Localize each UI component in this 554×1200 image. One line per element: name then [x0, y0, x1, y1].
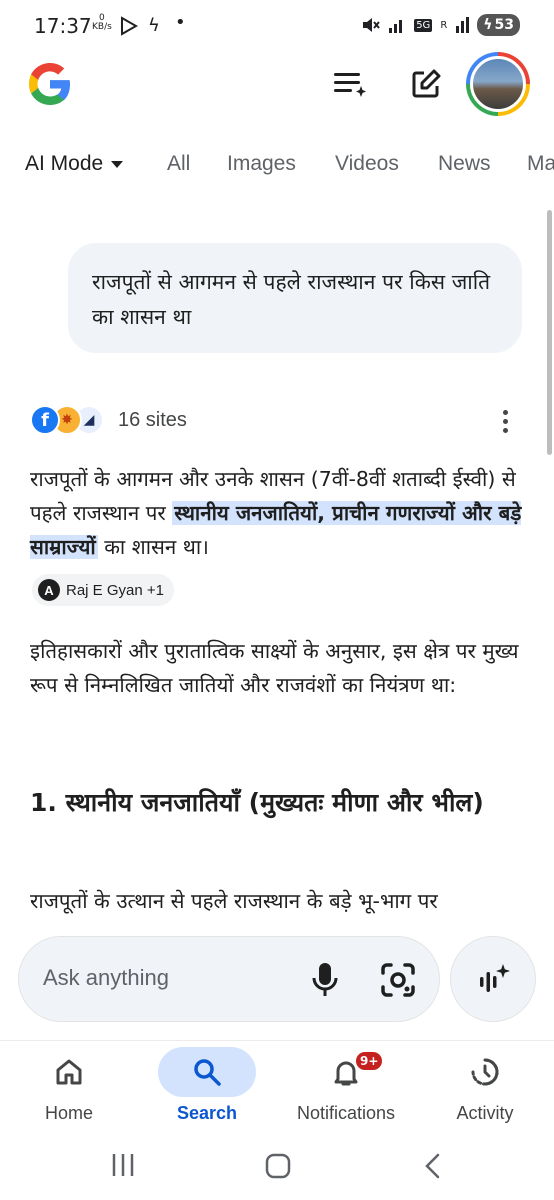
nav-search-label: Search — [176, 1103, 238, 1123]
new-chat-button[interactable] — [404, 62, 448, 106]
play-store-icon — [121, 16, 138, 36]
scrollbar-thumb[interactable] — [547, 210, 552, 455]
roaming-indicator: R — [440, 19, 448, 31]
ask-input-placeholder[interactable]: Ask anything — [43, 965, 169, 991]
answer-heading-1: 1. स्थानीय जनजातियाँ (मुख्यतः मीणा और भी… — [30, 788, 484, 817]
sources-row[interactable]: f ✸ ◢ 16 sites — [30, 402, 187, 438]
citation-source-icon: A — [38, 579, 60, 601]
bottom-navigation: Home Search 9+ Notifications Activity — [0, 1040, 554, 1140]
intro-text-end: का शासन था। — [97, 535, 209, 559]
nav-notifications-label: Notifications — [296, 1103, 396, 1123]
ai-voice-button[interactable] — [450, 936, 536, 1022]
tab-videos[interactable]: Videos — [335, 152, 399, 176]
recent-apps-icon[interactable] — [110, 1152, 136, 1178]
citation-chip[interactable]: A Raj E Gyan +1 — [32, 574, 174, 606]
facebook-icon: f — [30, 405, 60, 435]
nav-activity-icon-wrap — [436, 1047, 534, 1097]
nav-home-label: Home — [44, 1103, 93, 1123]
search-tabs: AI Mode All Images Videos News Ma — [0, 140, 554, 188]
notification-badge: 9+ — [354, 1050, 385, 1072]
home-system-icon[interactable] — [264, 1152, 292, 1180]
network-type-badge: 5G — [414, 18, 433, 32]
mute-icon — [363, 18, 380, 32]
avatar-image — [470, 56, 526, 112]
net-speed: 0 KB/s — [92, 14, 112, 32]
profile-avatar[interactable] — [466, 52, 530, 116]
notification-dot-icon: • — [175, 12, 186, 33]
google-lens-icon[interactable] — [379, 961, 417, 999]
status-bar: 17:37 0 KB/s ϟ • 5G R ϟ 53 — [0, 0, 554, 56]
nav-home[interactable]: Home — [0, 1041, 138, 1141]
microphone-icon[interactable] — [307, 961, 343, 999]
home-icon — [56, 1059, 82, 1085]
system-navigation-bar — [0, 1140, 554, 1200]
more-options-icon[interactable] — [492, 404, 518, 438]
nav-search-icon-wrap — [158, 1047, 256, 1097]
nav-home-icon-wrap — [20, 1047, 118, 1097]
sources-count: 16 sites — [118, 408, 187, 431]
battery-indicator: ϟ 53 — [477, 14, 520, 36]
activity-clock-icon — [471, 1058, 499, 1086]
tab-all[interactable]: All — [167, 152, 190, 176]
answer-paragraph-2: इतिहासकारों और पुरातात्विक साक्ष्यों के … — [30, 639, 519, 697]
history-sparkle-icon — [334, 73, 366, 97]
answer-paragraph-3: राजपूतों के उत्थान से पहले राजस्थान के ब… — [30, 889, 438, 913]
charging-icon: ϟ — [483, 17, 493, 33]
tab-ai-mode-label: AI Mode — [25, 152, 104, 175]
new-chat-edit-icon — [412, 69, 441, 98]
tab-news[interactable]: News — [438, 152, 491, 176]
net-speed-unit: KB/s — [92, 22, 112, 32]
google-g-logo[interactable] — [26, 60, 74, 108]
back-icon[interactable] — [422, 1152, 444, 1180]
tab-maps[interactable]: Ma — [527, 152, 554, 176]
nav-search[interactable]: Search — [138, 1041, 276, 1141]
voice-sparkle-icon — [480, 964, 510, 992]
history-button[interactable] — [328, 62, 372, 106]
status-time: 17:37 — [34, 14, 92, 38]
ask-input-bar[interactable]: Ask anything — [18, 936, 440, 1022]
nav-activity-label: Activity — [456, 1103, 514, 1123]
search-icon — [194, 1059, 221, 1086]
tab-ai-mode[interactable]: AI Mode — [25, 152, 124, 176]
chevron-down-icon — [111, 160, 124, 168]
tab-images[interactable]: Images — [227, 152, 296, 176]
battery-level: 53 — [494, 17, 514, 33]
signal-icon-2 — [456, 17, 470, 33]
signal-icon — [389, 20, 403, 33]
status-right: 5G R ϟ 53 — [360, 14, 520, 36]
flash-icon: ϟ — [148, 15, 160, 36]
user-query-bubble: राजपूतों से आगमन से पहले राजस्थान पर किस… — [68, 243, 522, 353]
nav-notifications[interactable]: 9+ Notifications — [276, 1041, 416, 1141]
answer-intro: राजपूतों के आगमन और उनके शासन (7वीं-8वीं… — [30, 462, 526, 564]
nav-activity[interactable]: Activity — [416, 1041, 554, 1141]
citation-label: Raj E Gyan +1 — [66, 581, 164, 599]
